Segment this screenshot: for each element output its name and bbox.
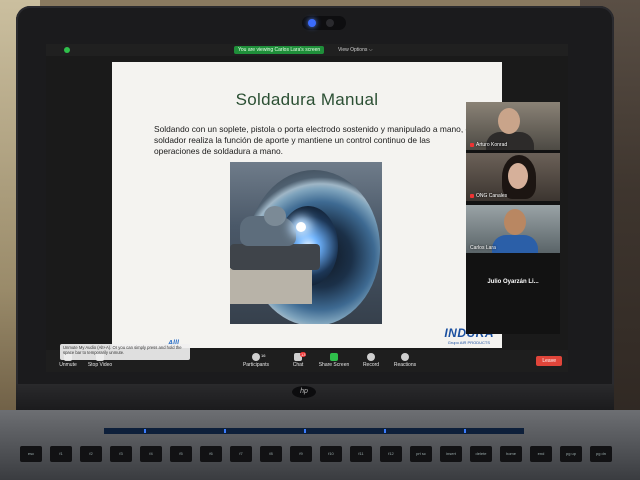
avatar [498,108,520,134]
keyboard-key[interactable]: f2 [80,446,102,462]
media-led-strip [104,428,524,434]
reactions-button[interactable]: Reactions [385,353,425,368]
share-screen-button[interactable]: Share Screen [314,353,354,368]
keyboard-key[interactable]: f11 [350,446,372,462]
leave-button[interactable]: Leave [536,356,562,366]
viewing-banner: You are viewing Carlos Lara's screen [234,46,325,54]
share-screen-icon [330,353,338,361]
keyboard-key[interactable]: f9 [290,446,312,462]
keyboard-key[interactable]: f3 [110,446,132,462]
participant-name: Carlos Lara [470,245,496,251]
unmute-label: Unmute [59,362,77,368]
keyboard-key[interactable]: f5 [170,446,192,462]
smiley-icon [401,353,409,361]
laptop-hinge [16,384,614,412]
keyboard-key[interactable]: f10 [320,446,342,462]
mic-muted-icon [470,193,474,198]
participant-name-only-tile[interactable]: Julio Oyarzán Li... [466,258,560,306]
indura-logo-sub: Grupo AIR PRODUCTS [447,340,490,345]
stop-video-label: Stop Video [87,362,113,368]
keyboard-key[interactable]: pg up [560,446,582,462]
support-block [230,268,312,304]
pipe-beam [230,244,320,270]
welding-photo [230,162,382,324]
participant-tile[interactable]: Arturo Konrad [466,102,560,150]
chat-button[interactable]: 13 Chat [278,352,318,368]
chat-unread-badge: 13 [300,352,307,357]
hp-logo: hp [292,386,316,398]
mic-muted-icon [470,142,474,147]
participant-name-text: Arturo Konrad [476,142,508,148]
shirt-shape [492,235,538,253]
keyboard-key[interactable]: prt sc [410,446,432,462]
keyboard-key[interactable]: insert [440,446,462,462]
keyboard-row: esc f1 f2 f3 f4 f5 f6 f7 f8 f9 f10 f11 f12 prt sc inse… [20,446,620,480]
participant-name-text: Carlos Lara [470,245,496,251]
avatar [508,163,528,189]
welder-helmet [264,206,286,226]
participant-tile[interactable]: Carlos Lara [466,205,560,253]
record-icon [367,353,375,361]
webcam-lens [326,19,334,27]
shared-slide: Soldadura Manual Soldando con un soplete… [112,62,502,348]
zoom-top-bar: You are viewing Carlos Lara's screen Vie… [46,44,568,56]
participant-name: ONG Canales [470,193,507,199]
participants-icon [252,353,260,361]
keyboard-key[interactable]: f8 [260,446,282,462]
share-screen-label: Share Screen [318,362,350,368]
zoom-window: You are viewing Carlos Lara's screen Vie… [46,44,568,372]
participants-button[interactable]: 16 Participants [236,353,276,368]
weld-spark [296,222,306,232]
slide-body-text: Soldando con un soplete, pistola o porta… [154,124,472,156]
participant-name: Arturo Konrad [470,142,507,148]
keyboard-key[interactable]: f6 [200,446,222,462]
shield-icon[interactable] [64,47,70,53]
participants-count: 16 [261,353,266,358]
record-label: Record [362,362,380,368]
keyboard-key[interactable]: f4 [140,446,162,462]
participant-gallery: Arturo Konrad ONG Canales Carlos Lara Ju… [466,102,560,334]
participant-tile[interactable]: ONG Canales [466,153,560,201]
webcam [302,16,346,30]
slide-title: Soldadura Manual [235,90,379,109]
chat-label: Chat [292,362,304,368]
keyboard-key[interactable]: esc [20,446,42,462]
avatar [504,209,526,235]
participants-label: Participants [242,362,270,368]
keyboard-key[interactable]: home [500,446,522,462]
participant-name-text: ONG Canales [476,193,508,199]
keyboard-key[interactable]: end [530,446,552,462]
reactions-label: Reactions [393,362,417,368]
unmute-tooltip: Unmute My Audio (Alt+A). Or you can simp… [60,344,190,360]
keyboard-key[interactable]: f12 [380,446,402,462]
keyboard-key[interactable]: delete [470,446,492,462]
view-options-menu[interactable]: View Options ⌵ [338,46,373,54]
keyboard-key[interactable]: pg dn [590,446,612,462]
keyboard-key[interactable]: f7 [230,446,252,462]
keyboard-key[interactable]: f1 [50,446,72,462]
webcam-led [308,19,316,27]
